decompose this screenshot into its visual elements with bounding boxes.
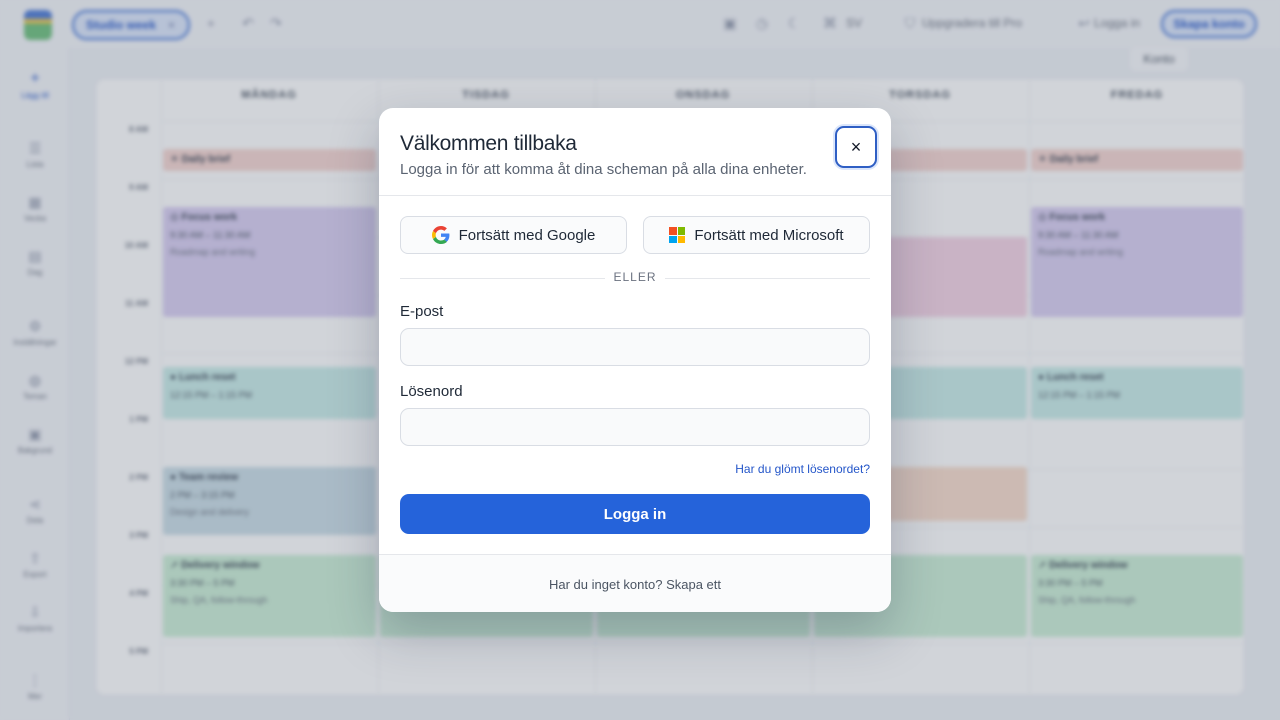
login-dialog: Välkommen tillbaka Logga in för att komm… — [379, 108, 891, 612]
email-field[interactable] — [400, 328, 870, 366]
password-label: Lösenord — [400, 383, 463, 400]
close-icon: × — [850, 137, 862, 157]
email-label: E-post — [400, 303, 444, 320]
google-icon — [431, 226, 450, 244]
google-signin-label: Fortsätt med Google — [458, 226, 596, 244]
password-field[interactable] — [400, 408, 870, 446]
google-signin-button[interactable]: Fortsätt med Google — [400, 216, 627, 254]
microsoft-icon — [669, 227, 686, 243]
divider — [379, 195, 891, 196]
create-account-link[interactable]: Skapa ett — [666, 577, 721, 592]
dialog-title: Välkommen tillbaka — [400, 132, 577, 155]
microsoft-signin-button[interactable]: Fortsätt med Microsoft — [643, 216, 870, 254]
or-separator: ELLER — [400, 270, 870, 286]
login-button[interactable]: Logga in — [400, 494, 870, 534]
no-account-text: Har du inget konto? — [548, 577, 663, 592]
forgot-password-link[interactable]: Har du glömt lösenordet? — [735, 462, 870, 476]
dialog-subtitle: Logga in för att komma åt dina scheman p… — [400, 161, 807, 178]
microsoft-signin-label: Fortsätt med Microsoft — [694, 226, 844, 244]
dialog-footer: Har du inget konto? Skapa ett — [379, 555, 891, 612]
close-button[interactable]: × — [835, 126, 877, 168]
